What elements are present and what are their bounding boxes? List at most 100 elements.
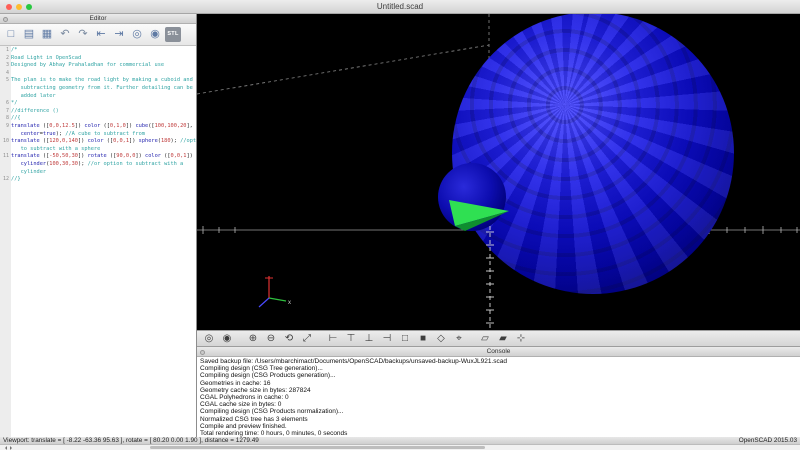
console-line: Normalized CSG tree has 3 elements — [200, 415, 308, 423]
window-title: Untitled.scad — [376, 2, 424, 11]
undo-icon: ↶ — [60, 28, 70, 40]
console-line: Total rendering time: 0 hours, 0 minutes… — [200, 430, 348, 437]
3d-viewport[interactable]: x — [197, 14, 800, 330]
axis-indicator: x — [258, 276, 291, 308]
save-file-icon: ▦ — [41, 28, 53, 40]
console-line: Geometries in cache: 16 — [200, 379, 271, 387]
code-token: ([ — [39, 138, 50, 145]
console-dock-titlebar: Console — [197, 347, 800, 357]
editor-panel: Editor □ ▤ ▦ ↶ ↷ ⇤ ⇥ ◎ ◉ STL 1 /* 2 Road… — [0, 14, 197, 437]
save-file-button[interactable]: ▦ — [39, 26, 55, 44]
view-diagonal-button[interactable]: ◇ — [435, 332, 447, 346]
export-stl-button[interactable]: STL — [165, 26, 181, 44]
view-bottom-icon: ⊥ — [364, 332, 374, 344]
code-token: cylinder — [11, 168, 47, 175]
line-number — [0, 161, 11, 169]
render-button[interactable]: ◉ — [221, 332, 233, 346]
code-editor[interactable]: 1 /* 2 Road Light in OpenScad 3 Designed… — [0, 46, 196, 437]
new-file-button[interactable]: □ — [3, 26, 19, 44]
console-line: Geometry cache size in bytes: 287824 — [200, 386, 311, 394]
view-top-icon: ⊤ — [346, 332, 356, 344]
editor-dock-title: Editor — [89, 15, 107, 22]
code-token: cube — [135, 122, 149, 129]
console-dock-title: Console — [486, 348, 511, 355]
code-token: Designed by Abhay Prahaladhan for commer… — [11, 62, 165, 69]
code-token: 0,0,1 — [113, 138, 130, 145]
preview-icon: ◎ — [132, 28, 142, 40]
open-file-icon: ▤ — [23, 28, 35, 40]
code-token: true — [42, 130, 56, 137]
console-line: CGAL Polyhedrons in cache: 0 — [200, 394, 289, 402]
scroll-right-icon[interactable] — [10, 446, 14, 450]
code-token: //A cube to subtract from — [65, 130, 145, 137]
console-line: Compiling design (CSG Products normaliza… — [200, 408, 344, 416]
code-token: 0,1,0 — [109, 122, 126, 129]
render-icon: ◉ — [150, 28, 160, 40]
scroll-left-icon[interactable] — [3, 446, 7, 450]
zoom-all-icon: ⤢ — [303, 332, 311, 344]
console-log[interactable]: Saved backup file: /Users/mbarchimact/Do… — [197, 357, 800, 437]
code-line-text: to subtract with a sphere — [11, 146, 196, 154]
redo-button[interactable]: ↷ — [75, 26, 91, 44]
statusbar: Viewport: translate = [ -8.22 -63.36 95.… — [0, 437, 800, 444]
indent-button[interactable]: ⇥ — [111, 26, 127, 44]
titlebar: Untitled.scad — [0, 0, 800, 14]
scrollbar-thumb[interactable] — [150, 446, 485, 449]
code-token: color — [84, 122, 101, 129]
view-bottom-button[interactable]: ⊥ — [363, 332, 375, 346]
editor-dock-close-button[interactable] — [3, 16, 8, 22]
code-token: 120,0,140 — [49, 138, 78, 145]
axis-label-x: x — [288, 300, 291, 306]
right-column: x ◎ ◉ ⊕ ⊖ ⟲ ⤢ ⊢ ⊤ ⊥ ⊣ □ ■ ◇ ⌖ ▱ ▰ ⊹ Cons… — [197, 14, 800, 437]
perspective-button[interactable]: ▱ — [479, 332, 491, 346]
line-number — [0, 93, 11, 101]
console-dock-close-button[interactable] — [200, 349, 205, 355]
code-token: added later — [11, 92, 56, 99]
preview-button[interactable]: ◎ — [203, 332, 215, 346]
code-line: to subtract with a sphere — [0, 146, 196, 154]
show-crosshairs-button[interactable]: ⊹ — [515, 332, 527, 346]
reset-view-button[interactable]: ⟲ — [283, 332, 295, 346]
view-toolbar: ◎ ◉ ⊕ ⊖ ⟲ ⤢ ⊢ ⊤ ⊥ ⊣ □ ■ ◇ ⌖ ▱ ▰ ⊹ — [197, 330, 800, 347]
zoom-out-button[interactable]: ⊖ — [265, 332, 277, 346]
view-top-button[interactable]: ⊤ — [345, 332, 357, 346]
horizontal-scrollbar[interactable] — [0, 444, 800, 450]
code-line-text: cylinder(100,30,30); //or option to subt… — [11, 161, 196, 169]
code-line-text: added later — [11, 93, 196, 101]
render-icon: ◉ — [222, 332, 232, 344]
unindent-button[interactable]: ⇤ — [93, 26, 109, 44]
code-token: ([ — [103, 138, 114, 145]
code-line: added later — [0, 93, 196, 101]
code-token: ]) — [186, 153, 193, 160]
view-center-button[interactable]: ⌖ — [453, 332, 465, 346]
code-line: subtracting geometry from it. Further de… — [0, 85, 196, 93]
view-right-button[interactable]: ⊢ — [327, 332, 339, 346]
code-line: 7 //difference () — [0, 108, 196, 116]
view-front-button[interactable]: □ — [399, 332, 411, 346]
view-left-button[interactable]: ⊣ — [381, 332, 393, 346]
line-number: 2 — [5, 54, 9, 61]
perspective-icon: ▱ — [481, 332, 489, 344]
zoom-in-button[interactable]: ⊕ — [247, 332, 259, 346]
console-line: Compile and preview finished. — [200, 422, 287, 430]
render-button[interactable]: ◉ — [147, 26, 163, 44]
line-number — [0, 146, 11, 154]
open-file-button[interactable]: ▤ — [21, 26, 37, 44]
code-line: 1 /* — [0, 47, 196, 55]
code-line-text: //} — [11, 176, 196, 184]
code-line: 9 translate ([0,0,12.5]) color ([0,1,0])… — [0, 123, 196, 131]
zoom-all-button[interactable]: ⤢ — [301, 332, 313, 346]
line-number — [0, 131, 11, 139]
code-line-text: The plan is to make the road light by ma… — [11, 77, 196, 85]
view-back-button[interactable]: ■ — [417, 332, 429, 346]
orthogonal-button[interactable]: ▰ — [497, 332, 509, 346]
code-token: 180 — [160, 138, 171, 145]
console-panel: Console Saved backup file: /Users/mbarch… — [197, 347, 800, 437]
code-line: 10 translate ([120,0,140]) color ([0,0,1… — [0, 138, 196, 146]
code-token: 90,0,0 — [116, 153, 136, 160]
line-number: 3 — [5, 62, 9, 69]
undo-button[interactable]: ↶ — [57, 26, 73, 44]
preview-button[interactable]: ◎ — [129, 26, 145, 44]
